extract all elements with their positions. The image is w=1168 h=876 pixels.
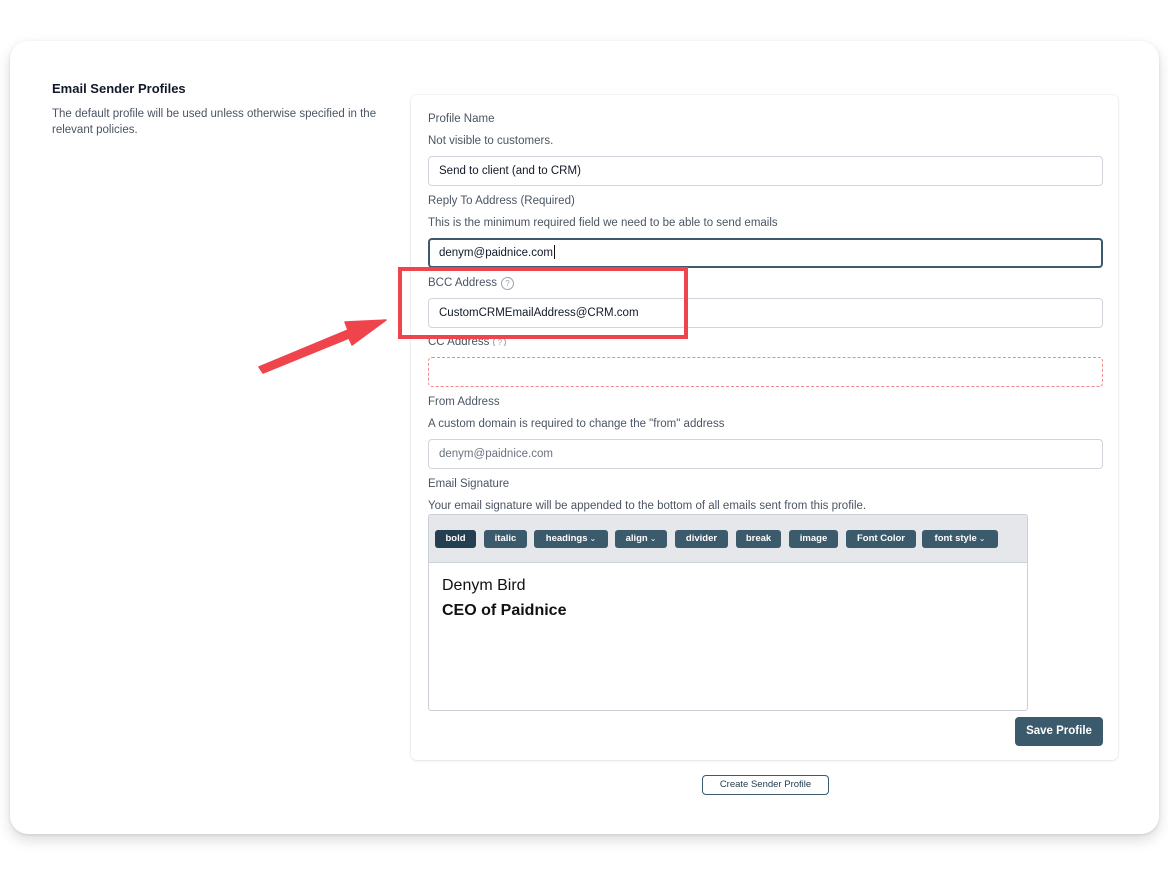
chevron-down-icon: ⌄ bbox=[978, 534, 986, 543]
divider-button[interactable]: divider bbox=[675, 530, 728, 548]
cc-input[interactable] bbox=[428, 357, 1103, 387]
bold-button[interactable]: bold bbox=[435, 530, 476, 548]
editor-toolbar: bold italic headings ⌄ align ⌄ divider bre… bbox=[429, 515, 1027, 563]
chevron-down-icon: ⌄ bbox=[589, 534, 597, 543]
from-placeholder: denym@paidnice.com bbox=[439, 448, 553, 460]
profile-name-value: Send to client (and to CRM) bbox=[439, 165, 581, 177]
break-button[interactable]: break bbox=[736, 530, 781, 548]
reply-to-help: This is the minimum required field we ne… bbox=[428, 217, 778, 229]
signature-label: Email Signature bbox=[428, 478, 510, 490]
font-color-button[interactable]: Font Color bbox=[846, 530, 916, 548]
reply-to-value: denym@paidnice.com bbox=[439, 247, 553, 259]
from-input[interactable]: denym@paidnice.com bbox=[428, 439, 1103, 469]
italic-button[interactable]: italic bbox=[484, 530, 527, 548]
profile-name-input[interactable]: Send to client (and to CRM) bbox=[428, 156, 1103, 186]
signature-help: Your email signature will be appended to… bbox=[428, 500, 867, 512]
reply-to-label: Reply To Address (Required) bbox=[428, 195, 575, 207]
profile-name-help: Not visible to customers. bbox=[428, 135, 554, 147]
text-caret bbox=[553, 245, 555, 259]
create-sender-profile-button[interactable]: Create Sender Profile bbox=[702, 775, 829, 795]
font-style-dropdown[interactable]: font style ⌄ bbox=[922, 530, 998, 548]
from-help: A custom domain is required to change th… bbox=[428, 418, 725, 430]
from-label: From Address bbox=[428, 396, 500, 408]
signature-name[interactable]: Denym Bird bbox=[442, 577, 526, 595]
save-profile-button[interactable]: Save Profile bbox=[1015, 717, 1103, 746]
section-description: The default profile will be used unless … bbox=[52, 108, 377, 136]
profile-name-label: Profile Name bbox=[428, 113, 495, 125]
reply-to-input[interactable]: denym@paidnice.com bbox=[428, 238, 1103, 268]
section-title: Email Sender Profiles bbox=[52, 81, 186, 96]
signature-title[interactable]: CEO of Paidnice bbox=[442, 602, 566, 620]
image-button[interactable]: image bbox=[789, 530, 838, 548]
annotation-highlight-box bbox=[398, 267, 688, 339]
chevron-down-icon: ⌄ bbox=[649, 534, 657, 543]
headings-dropdown[interactable]: headings ⌄ bbox=[534, 530, 608, 548]
annotation-arrow-icon bbox=[256, 317, 389, 376]
signature-editor: bold italic headings ⌄ align ⌄ divider bre… bbox=[428, 514, 1028, 711]
align-dropdown[interactable]: align ⌄ bbox=[615, 530, 667, 548]
